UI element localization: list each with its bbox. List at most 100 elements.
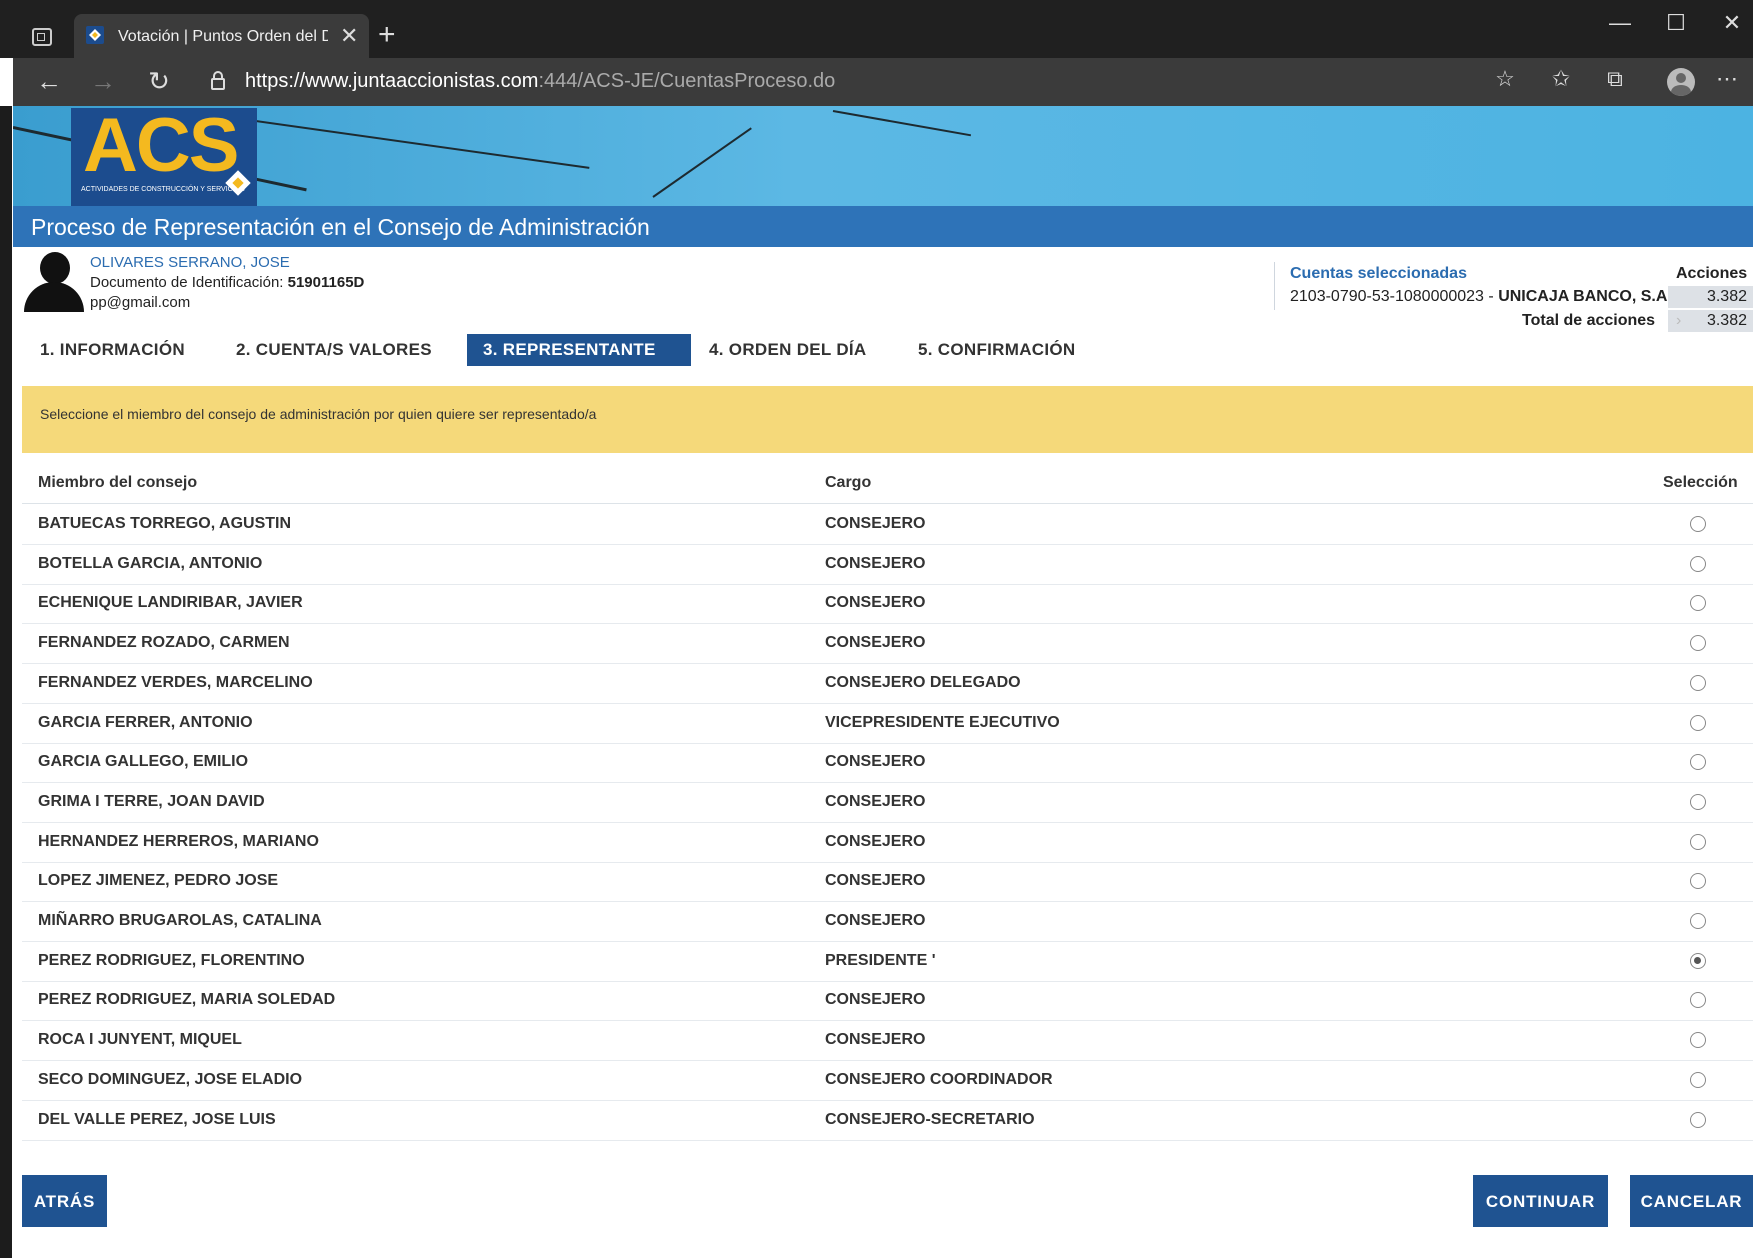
favorites-icon[interactable]: ✩ bbox=[1543, 66, 1579, 92]
member-name: ROCA I JUNYENT, MIQUEL bbox=[38, 1031, 242, 1049]
member-position: CONSEJERO bbox=[825, 753, 926, 771]
member-name: SECO DOMINGUEZ, JOSE ELADIO bbox=[38, 1070, 303, 1088]
member-position: VICEPRESIDENTE EJECUTIVO bbox=[825, 713, 1060, 731]
table-row[interactable]: HERNANDEZ HERREROS, MARIANO CONSEJERO bbox=[22, 823, 1753, 863]
member-name: GARCIA GALLEGO, EMILIO bbox=[38, 753, 249, 771]
logo-subtitle: ACTIVIDADES DE CONSTRUCCIÓN Y SERVICIOS bbox=[81, 186, 245, 193]
member-radio[interactable] bbox=[1690, 674, 1706, 691]
account-bank: UNICAJA BANCO, S.A. bbox=[1498, 288, 1672, 305]
logo-text: ACS bbox=[83, 106, 239, 188]
address-field[interactable]: https://www.juntaaccionistas.com:444/ACS… bbox=[245, 70, 835, 93]
member-radio[interactable] bbox=[1690, 635, 1706, 652]
table-row[interactable]: LOPEZ JIMENEZ, PEDRO JOSE CONSEJERO bbox=[22, 862, 1753, 903]
step-orden-del-dia[interactable]: 4. ORDEN DEL DÍA bbox=[709, 334, 867, 366]
table-row[interactable]: GARCIA FERRER, ANTONIO VICEPRESIDENTE EJE… bbox=[22, 704, 1753, 744]
member-position: PRESIDENTE ' bbox=[825, 951, 936, 969]
instruction-notice: Seleccione el miembro del consejo de adm… bbox=[22, 386, 1753, 453]
member-position: CONSEJERO bbox=[825, 991, 926, 1009]
member-position: CONSEJERO bbox=[825, 594, 926, 612]
tab-title: Votación | Puntos Orden del Día bbox=[118, 28, 328, 45]
refresh-icon[interactable]: ↻ bbox=[141, 66, 177, 97]
member-radio[interactable] bbox=[1690, 754, 1706, 771]
back-button[interactable]: ATRÁS bbox=[22, 1175, 107, 1227]
member-radio[interactable] bbox=[1690, 992, 1706, 1009]
document-label: Documento de Identificación: bbox=[90, 274, 284, 291]
member-position: CONSEJERO DELEGADO bbox=[825, 673, 1021, 691]
collections-icon[interactable]: ⧉ bbox=[1597, 66, 1633, 92]
more-options-icon[interactable]: ⋯ bbox=[1709, 66, 1745, 92]
accounts-divider bbox=[1274, 262, 1275, 310]
table-row[interactable]: FERNANDEZ ROZADO, CARMEN CONSEJERO bbox=[22, 624, 1753, 665]
table-row[interactable]: ROCA I JUNYENT, MIQUEL CONSEJERO bbox=[22, 1021, 1753, 1062]
user-email: pp@gmail.com bbox=[90, 294, 191, 311]
member-position: CONSEJERO-SECRETARIO bbox=[825, 1110, 1035, 1128]
instruction-text: Seleccione el miembro del consejo de adm… bbox=[40, 406, 597, 422]
total-shares-label: Total de acciones bbox=[1522, 312, 1656, 329]
member-name: FERNANDEZ VERDES, MARCELINO bbox=[38, 673, 313, 691]
url-host: https://www.juntaaccionistas.com bbox=[245, 70, 539, 92]
banner-branch bbox=[212, 114, 590, 169]
table-row[interactable]: PEREZ RODRIGUEZ, MARIA SOLEDAD CONSEJERO bbox=[22, 981, 1753, 1022]
add-favorite-icon[interactable]: ☆ bbox=[1487, 66, 1523, 92]
member-radio[interactable] bbox=[1690, 1111, 1706, 1128]
member-radio[interactable] bbox=[1690, 952, 1706, 969]
member-radio[interactable] bbox=[1690, 793, 1706, 810]
user-avatar-icon bbox=[24, 252, 84, 312]
back-arrow-icon[interactable]: ← bbox=[31, 66, 67, 97]
profile-avatar-icon[interactable] bbox=[1667, 68, 1695, 96]
url-path: :444/ACS-JE/CuentasProceso.do bbox=[538, 70, 836, 92]
lock-icon[interactable] bbox=[211, 70, 225, 90]
close-tab-icon[interactable]: ✕ bbox=[340, 23, 358, 49]
continue-button[interactable]: CONTINUAR bbox=[1473, 1175, 1608, 1227]
member-radio[interactable] bbox=[1690, 595, 1706, 612]
member-radio[interactable] bbox=[1690, 833, 1706, 850]
member-name: BOTELLA GARCIA, ANTONIO bbox=[38, 554, 263, 572]
member-name: BATUECAS TORREGO, AGUSTIN bbox=[38, 515, 292, 532]
tab-actions-icon[interactable] bbox=[32, 28, 52, 46]
table-row[interactable]: ECHENIQUE LANDIRIBAR, JAVIER CONSEJERO bbox=[22, 584, 1753, 625]
member-radio[interactable] bbox=[1690, 873, 1706, 890]
member-name: ECHENIQUE LANDIRIBAR, JAVIER bbox=[38, 594, 303, 612]
member-radio[interactable] bbox=[1690, 516, 1706, 532]
header-selection: Selección bbox=[1663, 474, 1738, 491]
table-row[interactable]: BATUECAS TORREGO, AGUSTIN CONSEJERO bbox=[22, 505, 1753, 545]
minimize-icon[interactable]: — bbox=[1600, 10, 1640, 36]
table-row[interactable]: BOTELLA GARCIA, ANTONIO CONSEJERO bbox=[22, 545, 1753, 585]
table-row[interactable]: MIÑARRO BRUGAROLAS, CATALINA CONSEJERO bbox=[22, 902, 1753, 942]
header-position: Cargo bbox=[825, 474, 872, 491]
site-favicon-icon bbox=[86, 26, 104, 44]
member-name: GRIMA I TERRE, JOAN DAVID bbox=[38, 792, 265, 810]
user-document: Documento de Identificación: 51901165D bbox=[90, 274, 364, 291]
table-row[interactable]: PEREZ RODRIGUEZ, FLORENTINO PRESIDENTE ' bbox=[22, 942, 1753, 982]
member-radio[interactable] bbox=[1690, 1071, 1706, 1088]
step-informacion[interactable]: 1. INFORMACIÓN bbox=[40, 334, 185, 366]
member-radio[interactable] bbox=[1690, 555, 1706, 572]
table-row[interactable]: DEL VALLE PEREZ, JOSE LUIS CONSEJERO-SECR… bbox=[22, 1101, 1753, 1141]
chevron-right-icon: › bbox=[1676, 312, 1682, 329]
step-representante[interactable]: 3. REPRESENTANTE bbox=[467, 334, 691, 366]
table-row[interactable]: FERNANDEZ VERDES, MARCELINO CONSEJERO DEL… bbox=[22, 664, 1753, 704]
member-name: DEL VALLE PEREZ, JOSE LUIS bbox=[38, 1110, 276, 1128]
browser-tab[interactable]: Votación | Puntos Orden del Día ✕ bbox=[74, 14, 369, 58]
close-window-icon[interactable]: ✕ bbox=[1712, 10, 1752, 36]
member-name: LOPEZ JIMENEZ, PEDRO JOSE bbox=[38, 872, 279, 890]
step-cuentas-valores[interactable]: 2. CUENTA/S VALORES bbox=[236, 334, 432, 366]
member-position: CONSEJERO bbox=[825, 792, 926, 810]
table-row[interactable]: GARCIA GALLEGO, EMILIO CONSEJERO bbox=[22, 743, 1753, 784]
member-name: PEREZ RODRIGUEZ, FLORENTINO bbox=[38, 951, 305, 969]
step-confirmacion[interactable]: 5. CONFIRMACIÓN bbox=[918, 334, 1076, 366]
forward-arrow-icon[interactable]: → bbox=[85, 66, 121, 97]
table-row[interactable]: SECO DOMINGUEZ, JOSE ELADIO CONSEJERO COO… bbox=[22, 1061, 1753, 1101]
table-row[interactable]: GRIMA I TERRE, JOAN DAVID CONSEJERO bbox=[22, 783, 1753, 823]
acs-logo[interactable]: ACS ACTIVIDADES DE CONSTRUCCIÓN Y SERVIC… bbox=[71, 106, 257, 206]
cancel-button[interactable]: CANCELAR bbox=[1630, 1175, 1753, 1227]
member-radio[interactable] bbox=[1690, 714, 1706, 731]
maximize-icon[interactable]: ☐ bbox=[1656, 10, 1696, 36]
member-position: CONSEJERO bbox=[825, 554, 926, 572]
member-name: MIÑARRO BRUGAROLAS, CATALINA bbox=[38, 912, 322, 929]
new-tab-icon[interactable]: + bbox=[378, 20, 396, 50]
member-position: CONSEJERO bbox=[825, 1031, 926, 1049]
member-radio[interactable] bbox=[1690, 1032, 1706, 1049]
member-name: PEREZ RODRIGUEZ, MARIA SOLEDAD bbox=[38, 991, 336, 1009]
member-radio[interactable] bbox=[1690, 913, 1706, 929]
